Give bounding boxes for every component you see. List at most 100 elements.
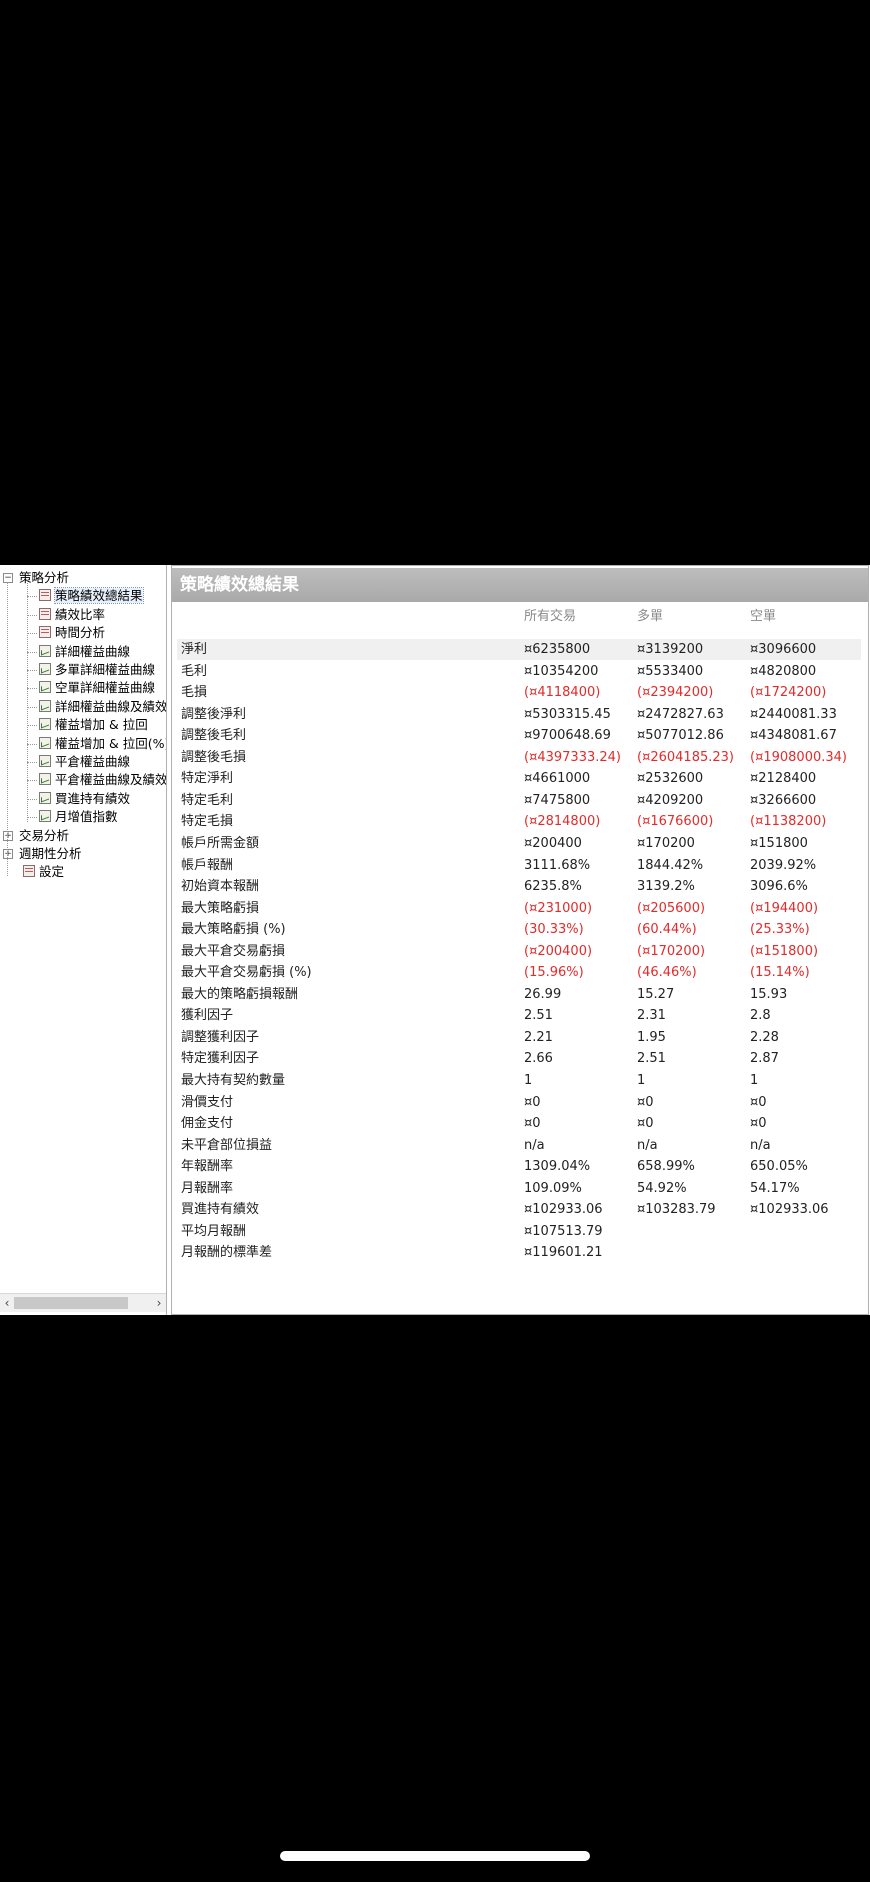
metric-value: (¤4397333.24)	[524, 749, 621, 765]
tree-connector	[27, 583, 28, 823]
chart-icon	[39, 791, 51, 804]
doc-icon	[39, 607, 51, 620]
metric-value: (¤1724200)	[750, 685, 827, 701]
column-header-all-trades: 所有交易	[524, 609, 577, 624]
table-row: 特定毛利 ¤7475800 ¤4209200 ¤3266600	[177, 790, 861, 811]
metric-value: ¤3139200	[637, 642, 704, 657]
sidebar-item-label: 權益增加 & 拉回	[55, 717, 148, 733]
doc-icon	[39, 589, 51, 602]
metric-value: (60.44%)	[637, 922, 697, 938]
tree-connector	[27, 725, 37, 727]
sidebar-item[interactable]: 平倉權益曲線	[39, 753, 130, 771]
table-row: 特定毛損 (¤2814800) (¤1676600) (¤1138200)	[177, 811, 861, 832]
table-row: 最大策略虧損 (%) (30.33%) (60.44%) (25.33%)	[177, 919, 861, 940]
tree-connector	[27, 651, 37, 653]
sidebar-item[interactable]: 時間分析	[39, 624, 105, 642]
metric-label: 獲利因子	[181, 1008, 234, 1024]
metric-value: (15.96%)	[524, 965, 584, 981]
metric-value: ¤7475800	[524, 792, 591, 808]
sidebar-item[interactable]: 權益增加 & 拉回(%)	[39, 735, 167, 753]
metric-label: 年報酬率	[181, 1159, 234, 1175]
collapse-icon[interactable]: −	[3, 573, 13, 583]
metric-label: 毛利	[181, 663, 208, 679]
sidebar-item[interactable]: 設定	[23, 863, 64, 881]
metric-value: (¤231000)	[524, 900, 593, 916]
metric-value: ¤151800	[750, 835, 808, 851]
column-header-short: 空單	[750, 609, 777, 624]
table-row: 佣金支付 ¤0 ¤0 ¤0	[177, 1113, 861, 1134]
sidebar-item[interactable]: 多單詳細權益曲線	[39, 661, 155, 679]
metric-value: 1844.42%	[637, 857, 704, 873]
metric-value: 1309.04%	[524, 1159, 591, 1175]
metric-label: 最大持有契約數量	[181, 1073, 286, 1088]
metric-value: 2.51	[637, 1051, 666, 1067]
sidebar-item-label: 平倉權益曲線及績效	[55, 772, 167, 788]
metric-value: 1	[524, 1073, 533, 1088]
sidebar-item[interactable]: 平倉權益曲線及績效	[39, 771, 167, 789]
metric-value: ¤5303315.45	[524, 706, 611, 722]
metric-value: ¤0	[750, 1094, 767, 1110]
metric-value: ¤9700648.69	[524, 728, 611, 744]
metric-label: 最大的策略虧損報酬	[181, 986, 299, 1002]
metric-value: 1	[637, 1073, 646, 1088]
metric-value: ¤3096600	[750, 642, 817, 657]
sidebar-item[interactable]: 策略績效總結果	[39, 587, 144, 605]
sidebar-item-label: 設定	[39, 864, 65, 880]
metric-value: ¤0	[524, 1116, 541, 1132]
sidebar-item-label: 交易分析	[19, 827, 70, 843]
table-row: 特定獲利因子 2.66 2.51 2.87	[177, 1048, 861, 1069]
metric-value: ¤2472827.63	[637, 706, 724, 722]
sidebar-item-label: 詳細權益曲線及績效	[55, 698, 167, 714]
sidebar-item-label: 時間分析	[55, 625, 106, 641]
metric-label: 最大平倉交易虧損	[181, 943, 286, 959]
sidebar-item-label: 詳細權益曲線	[55, 643, 131, 659]
expand-icon[interactable]: +	[3, 830, 13, 841]
sidebar-item-label: 權益增加 & 拉回(%)	[55, 735, 167, 751]
expand-icon[interactable]: +	[3, 849, 13, 859]
metric-value: ¤2440081.33	[750, 706, 837, 722]
sidebar-item[interactable]: 月增值指數	[39, 808, 118, 826]
metric-value: (30.33%)	[524, 922, 584, 938]
scroll-right-icon[interactable]: ›	[152, 1294, 166, 1312]
sidebar-item[interactable]: 績效比率	[39, 606, 105, 624]
metric-label: 帳戶所需金額	[181, 835, 260, 851]
metric-value: (¤200400)	[524, 943, 593, 959]
sidebar-item[interactable]: 空單詳細權益曲線	[39, 679, 155, 697]
table-row: 月報酬的標準差 ¤119601.21	[177, 1242, 861, 1263]
metric-label: 月報酬的標準差	[181, 1245, 273, 1261]
scrollbar-thumb[interactable]	[14, 1297, 128, 1309]
sidebar-item-label: 週期性分析	[19, 846, 82, 861]
sidebar-item-label: 績效比率	[55, 606, 106, 622]
sidebar-item[interactable]: 買進持有績效	[39, 790, 130, 808]
tree-connector	[27, 614, 37, 616]
metric-value: 2.28	[750, 1029, 779, 1045]
sidebar-item[interactable]: 交易分析	[19, 827, 69, 845]
chart-icon	[39, 699, 51, 712]
metric-value: (¤1908000.34)	[750, 749, 847, 765]
metric-value: 2.8	[750, 1008, 771, 1024]
sidebar-item-label: 策略績效總結果	[54, 587, 144, 605]
horizontal-scrollbar[interactable]: ‹ ›	[0, 1293, 166, 1312]
metric-value: (¤1676600)	[637, 814, 714, 830]
metric-value: 2.87	[750, 1051, 779, 1067]
metric-label: 調整獲利因子	[181, 1029, 260, 1045]
metric-value: (¤205600)	[637, 900, 706, 916]
sidebar-item[interactable]: 詳細權益曲線及績效	[39, 698, 167, 716]
sidebar-item-label: 買進持有績效	[55, 790, 131, 806]
chart-icon	[39, 681, 51, 694]
metric-value: ¤2532600	[637, 771, 704, 787]
chart-icon	[39, 755, 51, 767]
sidebar-item[interactable]: 詳細權益曲線	[39, 643, 130, 661]
chart-icon	[39, 644, 51, 657]
metric-value: ¤5077012.86	[637, 728, 724, 744]
table-row: 帳戶所需金額 ¤200400 ¤170200 ¤151800	[177, 833, 861, 854]
home-indicator[interactable]	[280, 1851, 590, 1861]
metric-value: 54.17%	[750, 1180, 800, 1196]
sidebar-item[interactable]: 權益增加 & 拉回	[39, 716, 148, 734]
metric-value: (¤4118400)	[524, 685, 601, 701]
sidebar-item[interactable]: 週期性分析	[19, 845, 82, 863]
scroll-left-icon[interactable]: ‹	[0, 1294, 14, 1312]
metric-value: ¤102933.06	[750, 1202, 829, 1218]
tree-connector	[27, 706, 37, 708]
metric-value: ¤102933.06	[524, 1202, 603, 1218]
